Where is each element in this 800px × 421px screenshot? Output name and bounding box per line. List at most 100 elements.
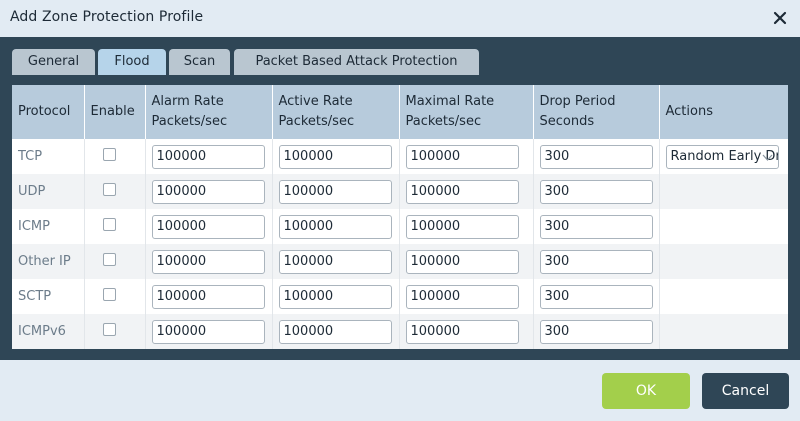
maximal-rate-input[interactable]: [405, 284, 519, 309]
dialog-titlebar: Add Zone Protection Profile: [0, 0, 800, 37]
dialog-footer: OK Cancel: [0, 360, 800, 421]
zone-protection-dialog: Add Zone Protection Profile General Floo…: [0, 0, 800, 421]
maximal-rate-input[interactable]: [405, 179, 519, 204]
drop-cell: [533, 209, 660, 244]
active-cell: [272, 139, 400, 174]
action-select[interactable]: Random Early Drop: [665, 144, 779, 169]
enable-checkbox[interactable]: [102, 253, 116, 266]
active-rate-input[interactable]: [278, 179, 392, 204]
protocol-cell: TCP: [12, 139, 85, 174]
ok-button[interactable]: OK: [602, 373, 690, 409]
drop-cell: [533, 139, 660, 174]
maximal-rate-input[interactable]: [405, 144, 519, 169]
maximal-cell: [399, 279, 534, 314]
drop-period-input[interactable]: [539, 284, 653, 309]
protocol-cell: SCTP: [12, 279, 85, 314]
drop-period-input[interactable]: [539, 179, 653, 204]
actions-cell: [659, 174, 788, 209]
alarm-rate-input[interactable]: [151, 179, 265, 204]
drop-cell: [533, 314, 660, 349]
flood-table: Protocol Enable Alarm Rate Packets/sec Ac…: [12, 85, 788, 349]
drop-period-input[interactable]: [539, 144, 653, 169]
alarm-rate-input[interactable]: [151, 214, 265, 239]
header-actions: Actions: [659, 85, 788, 139]
enable-cell: [84, 174, 146, 209]
enable-cell: [84, 244, 146, 279]
drop-cell: [533, 174, 660, 209]
enable-cell: [84, 139, 146, 174]
alarm-cell: [145, 139, 273, 174]
tab-packet-based-attack-protection[interactable]: Packet Based Attack Protection: [234, 49, 479, 75]
active-rate-input[interactable]: [278, 319, 392, 344]
enable-checkbox[interactable]: [102, 183, 116, 196]
alarm-cell: [145, 314, 273, 349]
table-row-icmp: ICMP: [12, 209, 788, 244]
table-row-udp: UDP: [12, 174, 788, 209]
alarm-cell: [145, 244, 273, 279]
alarm-rate-input[interactable]: [151, 284, 265, 309]
active-rate-input[interactable]: [278, 214, 392, 239]
drop-period-input[interactable]: [539, 249, 653, 274]
alarm-rate-input[interactable]: [151, 319, 265, 344]
enable-checkbox[interactable]: [102, 148, 116, 161]
active-cell: [272, 279, 400, 314]
active-cell: [272, 209, 400, 244]
actions-cell: [659, 244, 788, 279]
active-rate-input[interactable]: [278, 284, 392, 309]
dialog-body: General Flood Scan Packet Based Attack P…: [0, 37, 800, 360]
drop-period-input[interactable]: [539, 319, 653, 344]
enable-checkbox[interactable]: [102, 288, 116, 301]
enable-checkbox[interactable]: [102, 323, 116, 336]
tab-flood[interactable]: Flood: [98, 49, 166, 75]
maximal-rate-input[interactable]: [405, 319, 519, 344]
cancel-button[interactable]: Cancel: [702, 373, 789, 409]
active-rate-input[interactable]: [278, 249, 392, 274]
protocol-cell: UDP: [12, 174, 85, 209]
active-cell: [272, 244, 400, 279]
actions-cell: [659, 209, 788, 244]
alarm-cell: [145, 209, 273, 244]
active-rate-input[interactable]: [278, 144, 392, 169]
drop-period-input[interactable]: [539, 214, 653, 239]
actions-cell: Random Early Drop: [659, 139, 788, 174]
table-row-tcp: TCP Random Early Drop: [12, 139, 788, 174]
maximal-cell: [399, 209, 534, 244]
table-row-other-ip: Other IP: [12, 244, 788, 279]
tab-scan[interactable]: Scan: [169, 49, 230, 75]
drop-cell: [533, 244, 660, 279]
close-icon[interactable]: [770, 8, 790, 28]
table-row-icmpv6: ICMPv6: [12, 314, 788, 349]
drop-cell: [533, 279, 660, 314]
header-active-rate: Active Rate Packets/sec: [272, 85, 400, 139]
dialog-title: Add Zone Protection Profile: [10, 9, 204, 25]
alarm-rate-input[interactable]: [151, 249, 265, 274]
table-header-row: Protocol Enable Alarm Rate Packets/sec Ac…: [12, 85, 788, 139]
tab-general[interactable]: General: [12, 49, 95, 75]
active-cell: [272, 314, 400, 349]
maximal-rate-input[interactable]: [405, 214, 519, 239]
maximal-cell: [399, 174, 534, 209]
actions-cell: [659, 314, 788, 349]
protocol-cell: ICMP: [12, 209, 85, 244]
enable-cell: [84, 279, 146, 314]
header-maximal-rate: Maximal Rate Packets/sec: [399, 85, 534, 139]
header-protocol: Protocol: [12, 85, 85, 139]
maximal-cell: [399, 244, 534, 279]
protocol-cell: ICMPv6: [12, 314, 85, 349]
alarm-cell: [145, 279, 273, 314]
maximal-cell: [399, 139, 534, 174]
header-alarm-rate: Alarm Rate Packets/sec: [145, 85, 273, 139]
enable-cell: [84, 209, 146, 244]
active-cell: [272, 174, 400, 209]
maximal-cell: [399, 314, 534, 349]
alarm-cell: [145, 174, 273, 209]
maximal-rate-input[interactable]: [405, 249, 519, 274]
chevron-down-icon: [762, 154, 772, 161]
protocol-cell: Other IP: [12, 244, 85, 279]
alarm-rate-input[interactable]: [151, 144, 265, 169]
actions-cell: [659, 279, 788, 314]
header-drop-period: Drop Period Seconds: [533, 85, 660, 139]
header-enable: Enable: [84, 85, 146, 139]
enable-checkbox[interactable]: [102, 218, 116, 231]
table-row-sctp: SCTP: [12, 279, 788, 314]
